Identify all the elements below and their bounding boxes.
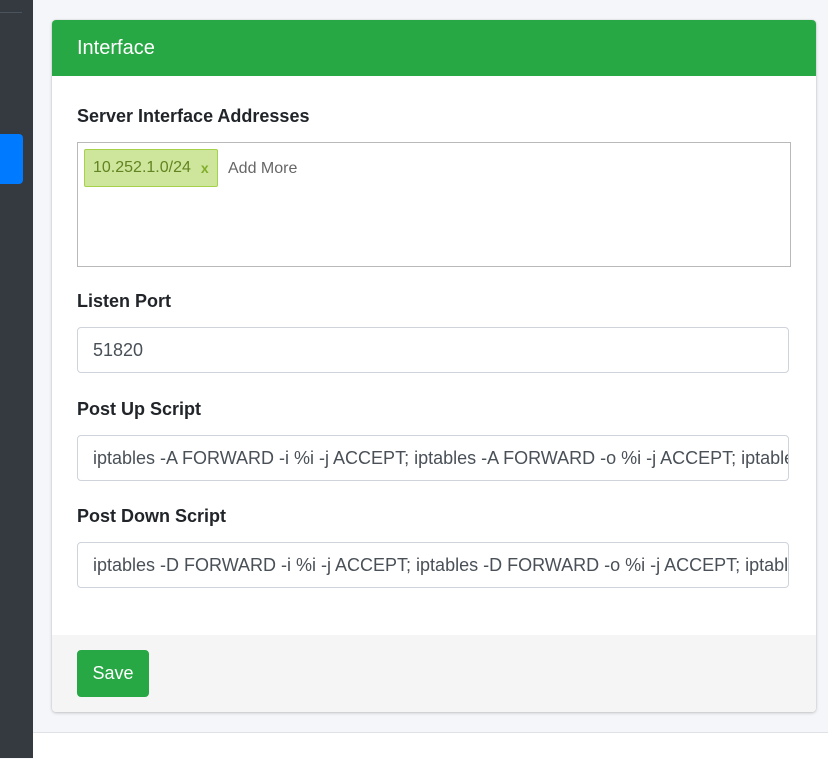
- sidebar-divider: [0, 12, 22, 13]
- addresses-label: Server Interface Addresses: [77, 106, 310, 126]
- post-down-input[interactable]: iptables -D FORWARD -i %i -j ACCEPT; ipt…: [77, 542, 789, 588]
- address-tag: 10.252.1.0/24 x: [84, 149, 218, 187]
- page-footer: [33, 732, 828, 759]
- card-body: Server Interface Addresses 10.252.1.0/24…: [52, 76, 816, 635]
- listen-port-input[interactable]: 51820: [77, 327, 789, 373]
- interface-card: Interface Server Interface Addresses 10.…: [52, 20, 816, 712]
- card-footer: Save: [52, 635, 816, 712]
- remove-tag-icon[interactable]: x: [201, 160, 209, 176]
- sidebar: [0, 0, 33, 758]
- card-header: Interface: [52, 20, 816, 76]
- add-more-input[interactable]: Add More: [228, 160, 297, 178]
- card-title: Interface: [77, 36, 155, 59]
- addresses-tags-input[interactable]: 10.252.1.0/24 x Add More: [77, 142, 791, 267]
- sidebar-active-item[interactable]: [0, 134, 23, 184]
- listen-port-label: Listen Port: [77, 291, 172, 311]
- address-tag-text: 10.252.1.0/24: [93, 159, 191, 176]
- post-up-input[interactable]: iptables -A FORWARD -i %i -j ACCEPT; ipt…: [77, 435, 789, 481]
- post-up-label: Post Up Script: [77, 399, 202, 419]
- post-down-label: Post Down Script: [77, 506, 227, 526]
- save-button[interactable]: Save: [77, 650, 149, 697]
